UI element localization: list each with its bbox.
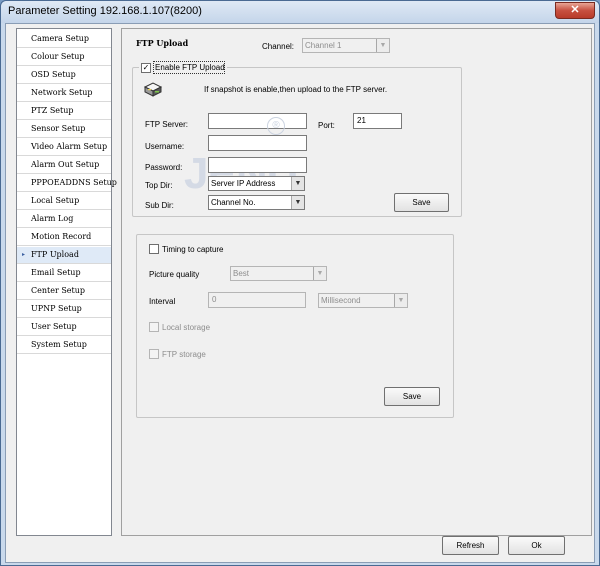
- local-storage-label[interactable]: Local storage: [162, 323, 210, 332]
- title-bar: Parameter Setting 192.168.1.107(8200) ✕: [1, 1, 599, 23]
- enable-ftp-label[interactable]: Enable FTP Upload: [155, 63, 225, 72]
- ftp-save-button[interactable]: Save: [394, 193, 449, 212]
- close-button[interactable]: ✕: [555, 2, 595, 19]
- enable-ftp-checkbox[interactable]: ✓: [141, 63, 151, 73]
- sub-dir-value: Channel No.: [211, 198, 256, 207]
- chevron-down-icon: ▼: [376, 39, 389, 52]
- sidebar-item-network-setup[interactable]: Network Setup: [17, 85, 111, 102]
- sub-dir-label: Sub Dir:: [145, 201, 174, 210]
- password-label: Password:: [145, 163, 183, 172]
- sidebar-item-label: Motion Record: [31, 232, 92, 241]
- sidebar-item-label: System Setup: [31, 340, 87, 349]
- picture-quality-select[interactable]: Best ▼: [230, 266, 327, 281]
- sidebar-item-sensor-setup[interactable]: Sensor Setup: [17, 121, 111, 138]
- sidebar-item-ftp-upload[interactable]: ▸ FTP Upload: [17, 247, 111, 264]
- channel-select[interactable]: Channel 1 ▼: [302, 38, 390, 53]
- ftp-server-input[interactable]: [208, 113, 307, 129]
- sidebar-item-label: Center Setup: [31, 286, 86, 295]
- sidebar-item-label: PTZ Setup: [31, 106, 74, 115]
- port-label: Port:: [318, 121, 335, 130]
- sidebar-item-local-setup[interactable]: Local Setup: [17, 193, 111, 210]
- ftp-server-icon: [143, 82, 163, 97]
- sidebar-item-alarm-log[interactable]: Alarm Log: [17, 211, 111, 228]
- sidebar-item-user-setup[interactable]: User Setup: [17, 319, 111, 336]
- sidebar-item-upnp-setup[interactable]: UPNP Setup: [17, 301, 111, 318]
- sidebar-item-camera-setup[interactable]: Camera Setup: [17, 31, 111, 48]
- active-marker-icon: ▸: [22, 251, 26, 258]
- ftp-upload-panel: FTP Upload Channel: Channel 1 ▼ JENU ✓ E…: [121, 28, 592, 536]
- ftp-storage-label[interactable]: FTP storage: [162, 350, 206, 359]
- sidebar-item-colour-setup[interactable]: Colour Setup: [17, 49, 111, 66]
- sidebar-item-label: Camera Setup: [31, 34, 90, 43]
- top-dir-label: Top Dir:: [145, 181, 173, 190]
- sidebar-item-label: UPNP Setup: [31, 304, 82, 313]
- local-storage-checkbox[interactable]: [149, 322, 159, 332]
- sidebar-item-pppoeaddns-setup[interactable]: PPPOEADDNS Setup: [17, 175, 117, 192]
- timing-capture-checkbox[interactable]: [149, 244, 159, 254]
- timing-save-button[interactable]: Save: [384, 387, 440, 406]
- sidebar-item-label: Alarm Out Setup: [31, 160, 100, 169]
- interval-input[interactable]: 0: [208, 292, 306, 308]
- sidebar-item-label: User Setup: [31, 322, 77, 331]
- interval-unit-select[interactable]: Millisecond ▼: [318, 293, 408, 308]
- sidebar-item-system-setup[interactable]: System Setup: [17, 337, 111, 354]
- sidebar-item-label: Alarm Log: [31, 214, 74, 223]
- ftp-server-label: FTP Server:: [145, 120, 188, 129]
- client-area: Camera Setup Colour Setup OSD Setup Network…: [5, 23, 595, 563]
- sidebar-item-video-alarm-setup[interactable]: Video Alarm Setup: [17, 139, 111, 156]
- sidebar-item-email-setup[interactable]: Email Setup: [17, 265, 111, 282]
- sidebar-item-label: Video Alarm Setup: [31, 142, 108, 151]
- sidebar-item-label: Local Setup: [31, 196, 80, 205]
- picture-quality-value: Best: [233, 269, 250, 278]
- sidebar-item-center-setup[interactable]: Center Setup: [17, 283, 111, 300]
- sidebar-item-label: PPPOEADDNS Setup: [31, 178, 117, 187]
- password-input[interactable]: [208, 157, 307, 173]
- username-label: Username:: [145, 142, 185, 151]
- sidebar-item-label: FTP Upload: [31, 250, 79, 259]
- top-dir-select[interactable]: Server IP Address ▼: [208, 176, 305, 191]
- top-dir-value: Server IP Address: [211, 179, 276, 188]
- sidebar-item-ptz-setup[interactable]: PTZ Setup: [17, 103, 111, 120]
- ftp-storage-checkbox[interactable]: [149, 349, 159, 359]
- sidebar-item-osd-setup[interactable]: OSD Setup: [17, 67, 111, 84]
- sidebar-item-label: Email Setup: [31, 268, 81, 277]
- sidebar-item-alarm-out-setup[interactable]: Alarm Out Setup: [17, 157, 111, 174]
- settings-nav: Camera Setup Colour Setup OSD Setup Network…: [16, 28, 117, 536]
- chevron-down-icon: ▼: [394, 294, 407, 307]
- username-input[interactable]: [208, 135, 307, 151]
- timing-capture-label[interactable]: Timing to capture: [162, 245, 224, 254]
- parameter-setting-window: Parameter Setting 192.168.1.107(8200) ✕ …: [0, 0, 600, 566]
- ftp-info-text: If snapshot is enable,then upload to the…: [204, 85, 388, 94]
- interval-unit-value: Millisecond: [321, 296, 361, 305]
- channel-label: Channel:: [262, 42, 295, 51]
- chevron-down-icon: ▼: [291, 196, 304, 209]
- refresh-button[interactable]: Refresh: [442, 536, 499, 555]
- picture-quality-label: Picture quality: [149, 270, 200, 279]
- port-input[interactable]: 21: [353, 113, 402, 129]
- sidebar-item-label: OSD Setup: [31, 70, 76, 79]
- interval-label: Interval: [149, 297, 176, 306]
- sub-dir-select[interactable]: Channel No. ▼: [208, 195, 305, 210]
- sidebar-item-motion-record[interactable]: Motion Record: [17, 229, 111, 246]
- sidebar-item-label: Colour Setup: [31, 52, 85, 61]
- ok-button[interactable]: Ok: [508, 536, 565, 555]
- channel-select-value: Channel 1: [305, 41, 342, 50]
- registered-mark-icon: ®: [267, 117, 285, 135]
- panel-title: FTP Upload: [136, 38, 189, 48]
- sidebar-item-label: Sensor Setup: [31, 124, 86, 133]
- sidebar-item-label: Network Setup: [31, 88, 93, 97]
- chevron-down-icon: ▼: [313, 267, 326, 280]
- window-title: Parameter Setting 192.168.1.107(8200): [8, 5, 202, 17]
- chevron-down-icon: ▼: [291, 177, 304, 190]
